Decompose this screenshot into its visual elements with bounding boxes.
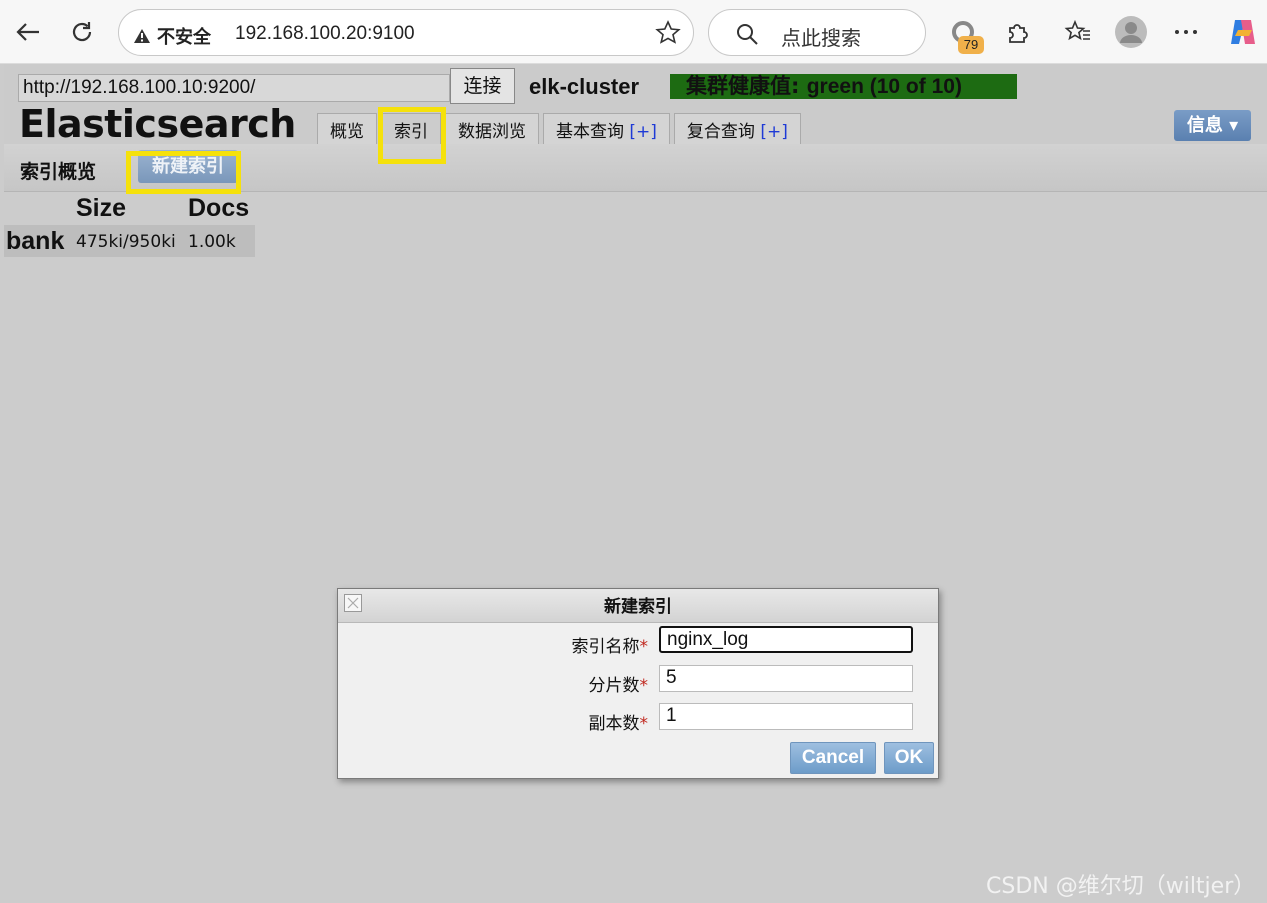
new-index-dialog: 新建索引 索引名称* nginx_log 分片数* 5 副本数* 1 Cance… — [337, 588, 939, 779]
browser-toolbar: 不安全 192.168.100.20:9100 点此搜索 79 — [0, 0, 1267, 64]
dialog-title: 新建索引 — [338, 589, 938, 623]
required-marker: * — [639, 714, 649, 734]
app-title: Elasticsearch — [19, 102, 296, 146]
tab-label: 复合查询 — [686, 122, 755, 142]
index-docs: 1.00k — [188, 232, 236, 252]
add-tab-plus[interactable]: [+] — [760, 122, 788, 142]
cancel-button[interactable]: Cancel — [790, 742, 876, 774]
search-icon — [735, 22, 759, 51]
field-label-text: 分片数 — [588, 676, 640, 696]
warning-icon — [134, 29, 150, 43]
favorites-icon[interactable] — [1060, 14, 1096, 50]
favorite-star-icon[interactable] — [655, 20, 681, 51]
cluster-health-status: 集群健康值: green (10 of 10) — [670, 74, 1017, 99]
field-label: 索引名称* — [572, 632, 649, 657]
field-label-text: 副本数 — [588, 714, 640, 734]
index-name[interactable]: bank — [6, 227, 64, 256]
tab-browser[interactable]: 数据浏览 — [445, 113, 539, 144]
index-size: 475ki/950ki — [76, 232, 176, 252]
tab-compound-query[interactable]: 复合查询 [+] — [673, 113, 801, 144]
ok-button[interactable]: OK — [884, 742, 934, 774]
es-header: http://192.168.100.10:9200/ 连接 elk-clust… — [4, 64, 1267, 146]
indices-overview-title: 索引概览 — [20, 161, 97, 183]
extension-badge: 79 — [958, 36, 984, 54]
url-text[interactable]: 192.168.100.20:9100 — [235, 23, 415, 45]
close-icon[interactable] — [344, 594, 362, 612]
field-row-replicas: 副本数* 1 — [338, 703, 938, 734]
watermark: CSDN @维尔切（wiltjer） — [986, 874, 1256, 899]
annotation-highlight-new-index — [126, 151, 241, 194]
reload-icon[interactable] — [64, 14, 100, 50]
required-marker: * — [639, 637, 649, 657]
shards-input[interactable]: 5 — [659, 665, 913, 692]
profile-avatar-icon[interactable] — [1113, 14, 1149, 50]
tab-label: 基本查询 — [556, 122, 624, 142]
connect-button[interactable]: 连接 — [450, 68, 515, 104]
table-row[interactable]: bank 475ki/950ki 1.00k — [4, 225, 255, 257]
add-tab-plus[interactable]: [+] — [629, 122, 657, 142]
back-icon[interactable] — [10, 14, 46, 50]
info-menu-button[interactable]: 信息 ▾ — [1174, 110, 1251, 141]
security-indicator[interactable]: 不安全 — [133, 23, 211, 49]
tab-label: 数据浏览 — [458, 122, 526, 142]
annotation-highlight-tab — [378, 107, 446, 164]
tab-basic-query[interactable]: 基本查询 [+] — [543, 113, 670, 144]
field-label-text: 索引名称 — [571, 637, 640, 657]
security-label: 不安全 — [157, 27, 211, 48]
cluster-name: elk-cluster — [529, 74, 640, 99]
column-header-docs: Docs — [188, 194, 250, 222]
field-label: 副本数* — [589, 709, 649, 734]
field-row-index-name: 索引名称* nginx_log — [338, 626, 938, 657]
field-row-shards: 分片数* 5 — [338, 665, 938, 696]
tab-overview[interactable]: 概览 — [317, 113, 377, 144]
copilot-icon[interactable] — [1225, 14, 1261, 50]
required-marker: * — [639, 676, 649, 696]
more-menu-icon[interactable] — [1168, 14, 1204, 50]
tab-label: 概览 — [330, 122, 364, 142]
field-label: 分片数* — [589, 671, 649, 696]
search-label: 点此搜索 — [781, 26, 861, 50]
health-value: green (10 of 10) — [806, 75, 962, 98]
extensions-icon[interactable] — [1000, 14, 1036, 50]
endpoint-input[interactable]: http://192.168.100.10:9200/ — [18, 74, 450, 102]
search-box[interactable]: 点此搜索 — [708, 9, 926, 56]
column-header-size: Size — [76, 194, 127, 222]
index-name-input[interactable]: nginx_log — [659, 626, 913, 653]
address-bar[interactable]: 不安全 192.168.100.20:9100 — [118, 9, 694, 56]
health-prefix: 集群健康值: — [686, 74, 807, 98]
replicas-input[interactable]: 1 — [659, 703, 913, 730]
